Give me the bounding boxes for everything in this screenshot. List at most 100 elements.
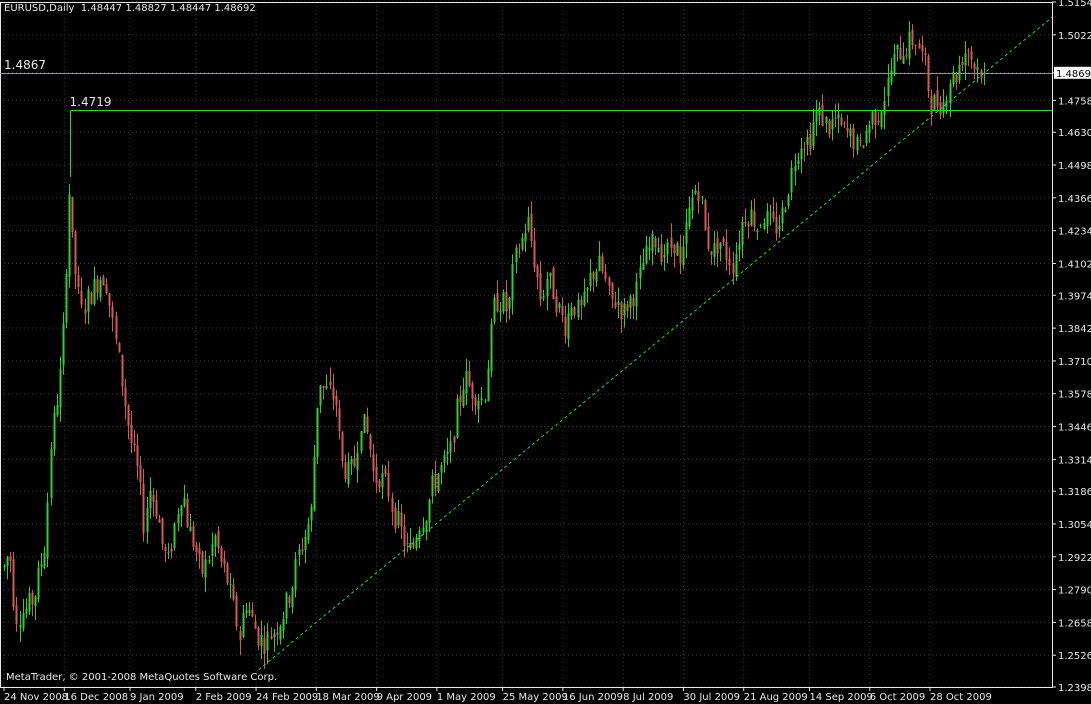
- candle-bearish: [384, 468, 387, 475]
- x-tick-label: 9 Apr 2009: [377, 692, 432, 703]
- y-tick-label: 1.50220: [1058, 31, 1091, 42]
- candle-bearish: [9, 556, 12, 561]
- candle-bearish: [372, 454, 375, 472]
- candle-bullish: [750, 209, 753, 226]
- candle-bullish: [304, 536, 307, 551]
- candle-bearish: [15, 605, 18, 625]
- candle-bearish: [821, 104, 824, 126]
- y-tick-label: 1.46300: [1058, 128, 1091, 139]
- candle-bearish: [31, 592, 34, 605]
- candle-bullish: [273, 633, 276, 638]
- y-tick-label: 1.51540: [1058, 0, 1091, 9]
- candle-bearish: [626, 304, 629, 312]
- candle-bearish: [434, 474, 437, 489]
- candle-bullish: [149, 490, 152, 509]
- candle-bullish: [34, 596, 37, 607]
- candle-bullish: [784, 209, 787, 212]
- candle-bearish: [834, 117, 837, 119]
- price-chart[interactable]: 1.51540 1.50220 1.47580 1.46300 1.44980 1.436…: [0, 0, 1091, 704]
- candle-bullish: [629, 296, 632, 308]
- candle-bullish: [958, 64, 961, 81]
- level-label: 1.4867: [4, 57, 46, 72]
- candle-bullish: [583, 291, 586, 306]
- candle-bullish: [363, 414, 366, 434]
- candle-bullish: [3, 565, 6, 568]
- candle-bearish: [518, 252, 521, 254]
- candle-bullish: [50, 448, 53, 499]
- candle-bearish: [192, 526, 195, 548]
- candle-bullish: [431, 475, 434, 497]
- candle-bullish: [356, 452, 359, 470]
- candle-bullish: [893, 53, 896, 75]
- candle-bearish: [115, 315, 118, 339]
- candle-bearish: [474, 397, 477, 406]
- candle-bearish: [195, 544, 198, 552]
- plot-frame: [0, 2, 1053, 688]
- candle-bullish: [756, 230, 759, 233]
- chart-window[interactable]: 1.51540 1.50220 1.47580 1.46300 1.44980 1.436…: [0, 0, 1091, 704]
- candle-bullish: [446, 451, 449, 455]
- candle-bullish: [558, 303, 561, 308]
- y-tick-label: 1.33140: [1058, 455, 1091, 466]
- candle-bullish: [310, 506, 313, 521]
- candle-bullish: [22, 613, 25, 629]
- candle-bearish: [877, 120, 880, 123]
- candle-bearish: [270, 636, 273, 639]
- candle-bullish: [976, 66, 979, 71]
- candle-bearish: [217, 531, 220, 549]
- candle-bearish: [611, 282, 614, 299]
- candle-bullish: [443, 454, 446, 463]
- candle-bearish: [170, 548, 173, 552]
- candle-bearish: [332, 387, 335, 400]
- candle-bullish: [484, 400, 487, 402]
- candle-bullish: [738, 244, 741, 250]
- candle-bearish: [71, 196, 74, 233]
- candle-bullish: [307, 523, 310, 541]
- x-tick-label: 24 Nov 2008: [4, 692, 68, 703]
- candle-bearish: [335, 395, 338, 406]
- candle-bullish: [229, 584, 232, 586]
- candle-bullish: [567, 313, 570, 339]
- candle-bullish: [465, 370, 468, 394]
- candle-bullish: [577, 299, 580, 318]
- candle-bullish: [347, 461, 350, 485]
- candle-bearish: [710, 251, 713, 255]
- y-tick-label: 1.44980: [1058, 161, 1091, 172]
- candle-bullish: [812, 122, 815, 147]
- candle-bearish: [632, 297, 635, 307]
- candle-bearish: [843, 122, 846, 124]
- candle-bullish: [542, 296, 545, 299]
- x-tick-label: 8 Jul 2009: [623, 692, 673, 703]
- candle-bullish: [902, 56, 905, 64]
- candle-bullish: [316, 407, 319, 458]
- candle-bullish: [279, 626, 282, 640]
- candle-bullish: [651, 233, 654, 252]
- candle-bullish: [825, 116, 828, 124]
- candle-bullish: [871, 111, 874, 124]
- candle-bearish: [124, 387, 127, 407]
- candle-bullish: [53, 412, 56, 450]
- candle-bearish: [366, 416, 369, 433]
- candle-bullish: [25, 608, 28, 614]
- candle-bearish: [533, 240, 536, 268]
- x-tick-label: 1 May 2009: [437, 692, 496, 703]
- candle-bearish: [136, 445, 139, 466]
- candle-bullish: [515, 247, 518, 263]
- candle-bearish: [803, 148, 806, 150]
- chart-header: EURUSD,Daily 1.48447 1.48827 1.48447 1.4…: [4, 3, 256, 14]
- candle-bearish: [12, 559, 15, 608]
- y-tick-label: 1.23980: [1058, 683, 1091, 694]
- candle-bullish: [480, 398, 483, 401]
- candle-bullish: [437, 473, 440, 491]
- candle-bearish: [930, 96, 933, 115]
- candle-bearish: [263, 638, 266, 654]
- candle-bullish: [511, 263, 514, 301]
- candle-bullish: [883, 100, 886, 116]
- candle-bearish: [257, 627, 260, 646]
- candle-bearish: [728, 258, 731, 266]
- candle-bullish: [787, 195, 790, 206]
- candle-bearish: [96, 279, 99, 293]
- candle-bearish: [239, 631, 242, 641]
- candle-bearish: [121, 354, 124, 387]
- candle-bullish: [214, 535, 217, 547]
